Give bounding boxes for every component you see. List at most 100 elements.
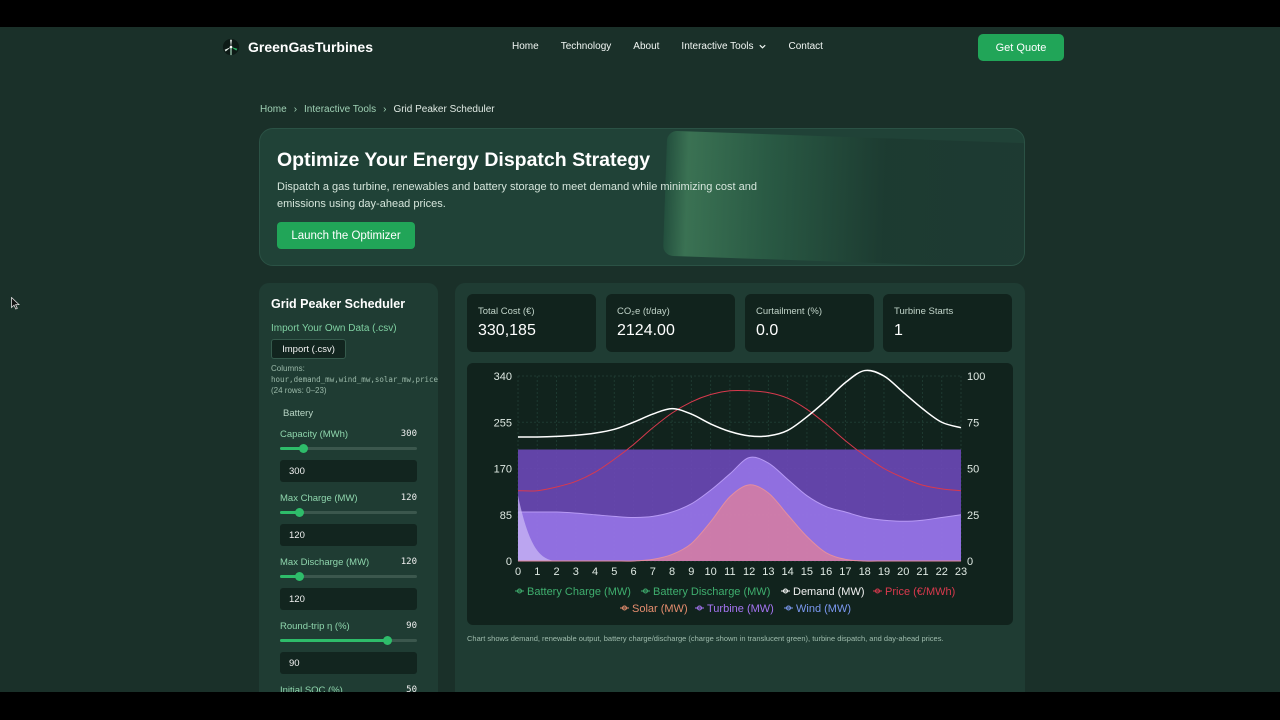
control-slider[interactable] — [280, 508, 417, 517]
scheduler-sidebar: Grid Peaker Scheduler Import Your Own Da… — [259, 283, 438, 692]
x-tick: 22 — [936, 566, 948, 578]
legend-label: Price (€/MWh) — [885, 586, 955, 598]
control-label: Initial SOC (%) — [280, 685, 343, 692]
control-label: Max Discharge (MW) — [280, 557, 370, 568]
control-number-input[interactable]: 300 — [280, 460, 417, 482]
x-tick: 8 — [669, 566, 675, 578]
x-tick: 11 — [724, 566, 735, 578]
x-tick: 2 — [553, 566, 559, 578]
breadcrumb-separator: › — [383, 104, 387, 115]
y-tick-right: 50 — [967, 464, 979, 476]
y-tick-right: 25 — [967, 510, 979, 522]
control-slider[interactable] — [280, 444, 417, 453]
brand[interactable]: GreenGasTurbines — [222, 38, 373, 56]
legend-label: Solar (MW) — [632, 603, 688, 615]
legend-label: Wind (MW) — [796, 603, 851, 615]
x-tick: 14 — [782, 566, 794, 578]
x-tick: 18 — [859, 566, 871, 578]
launch-optimizer-button[interactable]: Launch the Optimizer — [277, 222, 415, 249]
kpi-card: CO₂e (t/day) 2124.00 — [606, 294, 735, 352]
hero-text: Dispatch a gas turbine, renewables and b… — [277, 181, 757, 210]
x-tick: 6 — [631, 566, 637, 578]
hero-title: Optimize Your Energy Dispatch Strategy — [277, 149, 651, 171]
y-tick-left: 85 — [500, 510, 512, 522]
control-label-row: Max Charge (MW) 120 — [280, 493, 417, 504]
slider-fill — [280, 639, 387, 642]
control-number-input[interactable]: 120 — [280, 588, 417, 610]
kpi-value: 330,185 — [478, 322, 536, 339]
screen-bottom-bar — [0, 692, 1280, 720]
battery-control: Round-trip η (%) 90 90 — [280, 621, 417, 674]
battery-control: Max Discharge (MW) 120 120 — [280, 557, 417, 610]
y-tick-right: 100 — [967, 371, 985, 383]
nav-technology[interactable]: Technology — [561, 41, 612, 52]
control-label-row: Initial SOC (%) 50 — [280, 685, 417, 692]
slider-thumb[interactable] — [295, 508, 305, 517]
nav-interactive-tools[interactable]: Interactive Tools — [681, 41, 766, 52]
slider-thumb[interactable] — [299, 444, 309, 453]
legend-label: Turbine (MW) — [707, 603, 774, 615]
control-value: 50 — [406, 685, 417, 692]
y-tick-left: 255 — [494, 417, 512, 429]
control-label: Capacity (MWh) — [280, 429, 349, 440]
nav-links: Home Technology About Interactive Tools … — [512, 41, 823, 52]
x-tick: 7 — [650, 566, 656, 578]
y-tick-left: 0 — [506, 556, 512, 568]
x-tick: 23 — [955, 566, 967, 578]
slider-thumb[interactable] — [382, 636, 392, 645]
breadcrumb-interactive-tools[interactable]: Interactive Tools — [304, 104, 376, 115]
rows-note: (24 rows: 0–23) — [271, 386, 327, 395]
battery-control: Initial SOC (%) 5050 — [280, 685, 417, 692]
breadcrumb-home[interactable]: Home — [260, 104, 287, 115]
x-tick: 15 — [801, 566, 813, 578]
control-label: Round-trip η (%) — [280, 621, 350, 632]
y-tick-left: 170 — [494, 464, 512, 476]
control-label-row: Round-trip η (%) 90 — [280, 621, 417, 632]
legend-label: Battery Charge (MW) — [527, 586, 631, 598]
turbine-logo-icon — [222, 38, 240, 56]
get-quote-button[interactable]: Get Quote — [978, 34, 1064, 61]
breadcrumb-current: Grid Peaker Scheduler — [393, 104, 495, 115]
x-tick: 4 — [592, 566, 598, 578]
x-tick: 1 — [534, 566, 540, 578]
kpi-card: Turbine Starts 1 — [883, 294, 1012, 352]
control-value: 300 — [400, 429, 417, 439]
breadcrumb: Home › Interactive Tools › Grid Peaker S… — [260, 104, 495, 115]
control-label-row: Max Discharge (MW) 120 — [280, 557, 417, 568]
dispatch-chart: 0 85 170 255 340 0 25 50 75 100 0 1 2 3 4 5 6 7 8 9 10 11 12 13… — [467, 363, 1013, 625]
kpi-value: 2124.00 — [617, 322, 675, 339]
top-nav: GreenGasTurbines Home Technology About I… — [0, 27, 1280, 69]
control-label: Max Charge (MW) — [280, 493, 358, 504]
import-label: Import Your Own Data (.csv) — [271, 323, 397, 334]
kpi-title: Turbine Starts — [894, 306, 954, 317]
control-value: 120 — [400, 493, 417, 503]
results-panel: Total Cost (€) 330,185 CO₂e (t/day) 2124.00… — [455, 283, 1025, 692]
x-tick: 9 — [688, 566, 694, 578]
battery-control: Capacity (MWh) 300 300 — [280, 429, 417, 482]
battery-control: Max Charge (MW) 120 120 — [280, 493, 417, 546]
nav-about[interactable]: About — [633, 41, 659, 52]
slider-thumb[interactable] — [295, 572, 305, 581]
x-tick: 13 — [762, 566, 774, 578]
nav-interactive-tools-label: Interactive Tools — [681, 41, 754, 52]
nav-contact[interactable]: Contact — [789, 41, 823, 52]
x-tick: 5 — [611, 566, 617, 578]
nav-home[interactable]: Home — [512, 41, 539, 52]
x-tick: 17 — [839, 566, 851, 578]
control-number-input[interactable]: 120 — [280, 524, 417, 546]
x-tick: 3 — [573, 566, 579, 578]
control-value: 120 — [400, 557, 417, 567]
columns-label: Columns: — [271, 364, 305, 373]
kpi-title: Total Cost (€) — [478, 306, 535, 317]
demand-line — [517, 369, 962, 438]
battery-group-label: Battery — [283, 408, 314, 419]
legend-label: Battery Discharge (MW) — [653, 586, 770, 598]
page: GreenGasTurbines Home Technology About I… — [0, 27, 1280, 692]
x-tick: 0 — [515, 566, 521, 578]
control-number-input[interactable]: 90 — [280, 652, 417, 674]
import-csv-button[interactable]: Import (.csv) — [271, 339, 346, 359]
x-tick: 20 — [897, 566, 909, 578]
control-slider[interactable] — [280, 636, 417, 645]
x-tick: 21 — [916, 566, 928, 578]
control-slider[interactable] — [280, 572, 417, 581]
